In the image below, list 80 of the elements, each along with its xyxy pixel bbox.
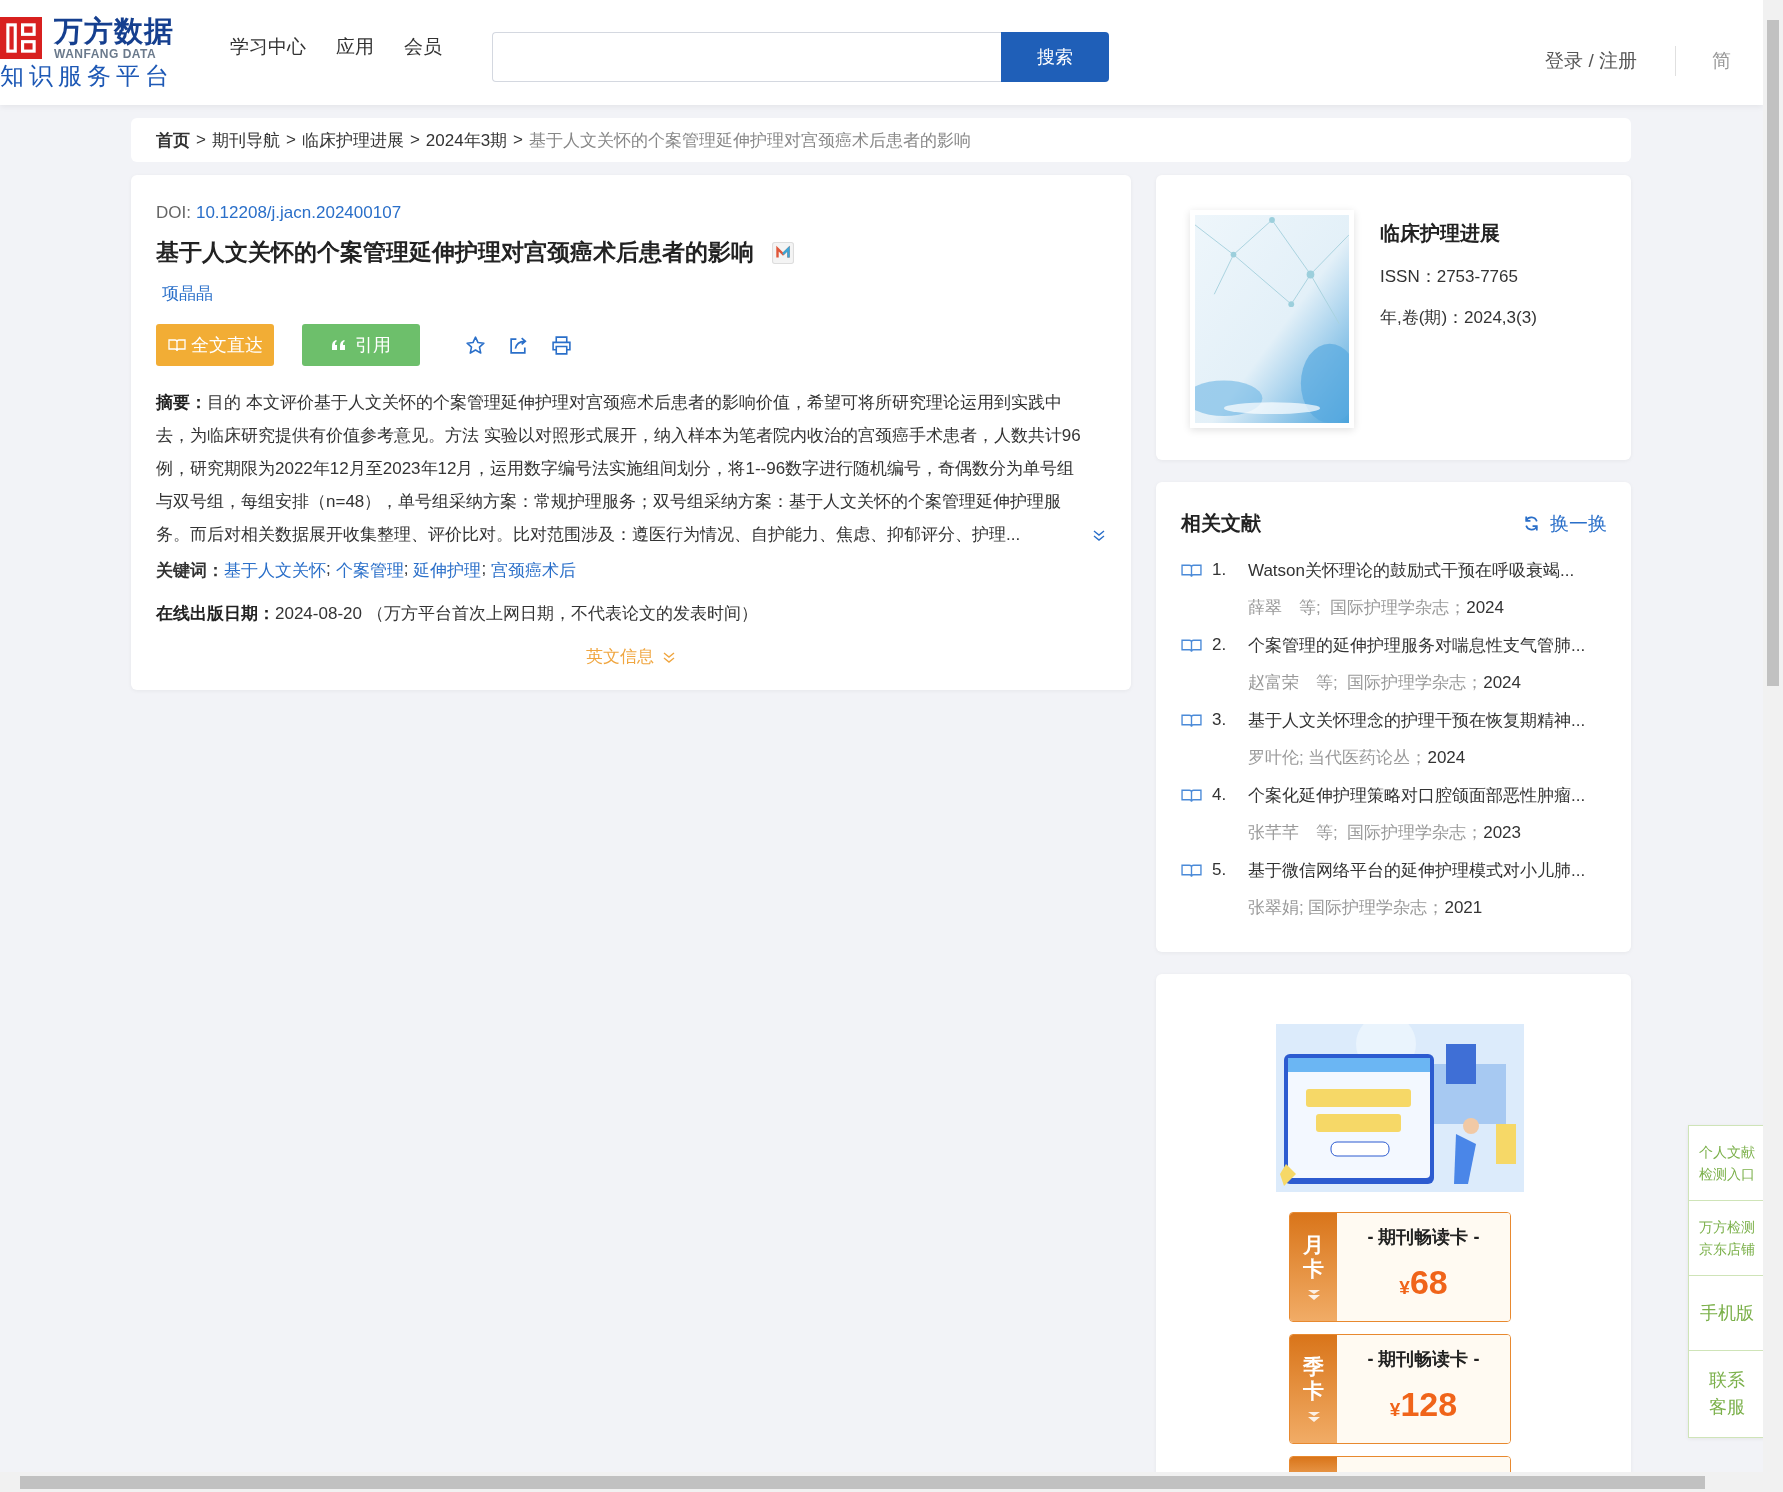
m-badge-icon[interactable] (772, 241, 794, 264)
star-icon[interactable] (465, 334, 486, 356)
online-date-text: 在线出版日期：2024-08-20 （万方平台首次上网日期，不代表论文的发表时间） (156, 603, 759, 625)
logo-subtitle: WANFANG DATA (54, 46, 158, 61)
breadcrumb-current: 基于人文关怀的个案管理延伸护理对宫颈癌术后患者的影响 (529, 129, 972, 152)
year-text: 2024 (1483, 672, 1521, 693)
breadcrumb-link[interactable]: 2024年3期 (425, 128, 508, 152)
search-button[interactable]: 搜索 (1001, 31, 1109, 82)
year-text: 2024 (1466, 597, 1504, 618)
article-link[interactable]: Watson关怀理论的鼓励式干预在呼吸衰竭... (1248, 558, 1575, 582)
section-title: 相关文献 (1181, 511, 1261, 536)
scrollbar-thumb[interactable] (20, 1476, 1705, 1489)
issn-text: ISSN：2753-7765 (1380, 266, 1519, 288)
author-link[interactable]: 项晶晶 (162, 284, 213, 303)
year-text: 2021 (1444, 897, 1483, 918)
currency-sign: ¥ (1389, 1399, 1401, 1421)
book-icon (167, 337, 187, 353)
nav-link[interactable]: 会员 (404, 33, 442, 60)
horizontal-scrollbar[interactable] (0, 1472, 1783, 1492)
nav-link[interactable]: 学习中心 (230, 33, 306, 60)
keyword-separator: ; (481, 559, 487, 580)
expand-chevron-icon[interactable] (1092, 528, 1106, 542)
list-number: 2. (1212, 635, 1228, 655)
author-source-text: 罗叶伦; 当代医药论丛； (1248, 747, 1428, 769)
article-link[interactable]: 基于微信网络平台的延伸护理模式对小儿肺... (1248, 858, 1586, 882)
vertical-scrollbar[interactable] (1763, 0, 1783, 1472)
period-label: 季卡 (1303, 1354, 1324, 1404)
list-number: 4. (1212, 785, 1228, 805)
author-source-text: 赵富荣 等; 国际护理学杂志； (1248, 672, 1484, 694)
refresh-button[interactable]: 换一换 (1523, 510, 1607, 537)
breadcrumb-link[interactable]: 期刊导航 (211, 128, 280, 152)
pricing-card[interactable]: 季卡 - 期刊畅读卡 - ¥128 (1289, 1334, 1511, 1444)
breadcrumb-separator: > (196, 130, 206, 150)
logo-tagline: 知识服务平台 (0, 60, 175, 91)
breadcrumb-separator: > (285, 130, 296, 150)
doi-link[interactable]: 10.12208/j.jacn.202400107 (195, 203, 402, 223)
pricing-card[interactable]: 月卡 - 期刊畅读卡 - ¥68 (1289, 1212, 1511, 1322)
list-number: 5. (1212, 860, 1228, 880)
article-link[interactable]: 个案管理的延伸护理服务对喘息性支气管肺... (1248, 633, 1586, 657)
quote-icon (331, 339, 347, 351)
nav-link[interactable]: 应用 (336, 33, 374, 60)
breadcrumb-separator: > (513, 130, 524, 150)
refresh-icon (1523, 515, 1540, 532)
breadcrumb-separator: > (409, 130, 420, 150)
list-number: 1. (1212, 560, 1228, 580)
breadcrumb-link[interactable]: 临床护理进展 (301, 128, 404, 152)
period-label: 月卡 (1303, 1232, 1324, 1282)
year-text: 2024 (1427, 747, 1466, 768)
list-number: 3. (1212, 710, 1228, 730)
down-arrow-icon (1306, 1289, 1321, 1302)
currency-sign: ¥ (1399, 1277, 1410, 1299)
keyword-link[interactable]: 延伸护理 (413, 559, 482, 582)
year-text: 2023 (1483, 822, 1521, 843)
price-text: 128 (1400, 1385, 1458, 1424)
scrollbar-thumb[interactable] (1767, 20, 1779, 686)
price-text: 68 (1409, 1263, 1448, 1302)
article-title: 基于人文关怀的个案管理延伸护理对宫颈癌术后患者的影响 (156, 238, 754, 267)
journal-name[interactable]: 临床护理进展 (1380, 220, 1537, 247)
keyword-link[interactable]: 个案管理 (335, 559, 404, 582)
keyword-separator: ; (326, 559, 331, 578)
article-link[interactable]: 个案化延伸护理策略对口腔颌面部恶性肿瘤... (1248, 783, 1586, 807)
author-source-text: 张翠娟; 国际护理学杂志； (1248, 897, 1445, 919)
breadcrumb-link[interactable]: 首页 (156, 128, 190, 152)
keyword-link[interactable]: 宫颈癌术后 (491, 559, 577, 582)
doi-label: DOI: (156, 203, 191, 223)
keyword-link[interactable]: 基于人文关怀 (224, 559, 326, 582)
abstract-text: 摘要：目的 本文评价基于人文关怀的个案管理延伸护理对宫颈癌术后患者的影响价值，希望可将所研究理论运用到实践中去，为临床研究提供有价值参考意见。方法 实验以对照形式展开，纳入样本为笔者院内收治的宫颈癌手术患者，人数共计96例，研究期限为2022年12月至2023年12月，运用数字编号法实施组间划分，将1--96数字进行随机编号，奇偶数分为单号组与双号组，每组安排（n=48），单号组采纳方案：常规护理服务；双号组采纳方案：基于人文关怀的个案管理延伸护理服务。而后对相关数据展开收集整理、评价比对。比对范围涉及：遵医行为情况、自护能力、焦虑、抑郁评分、护理... (156, 392, 1082, 546)
login-link[interactable]: 登录 / 注册 (1545, 47, 1637, 74)
keywords-label: 关键词： (156, 560, 224, 582)
card-title: - 期刊畅读卡 - (1367, 1348, 1480, 1371)
card-title: - 期刊畅读卡 - (1367, 1226, 1480, 1249)
keyword-separator: ; (403, 559, 409, 580)
issue-text: 年,卷(期)：2024,3(3) (1380, 307, 1537, 329)
search-field[interactable] (492, 31, 1001, 82)
article-link[interactable]: 基于人文关怀理念的护理干预在恢复期精神... (1248, 708, 1586, 732)
logo-name[interactable]: 万方数据 (54, 14, 200, 47)
author-source-text: 张芊芊 等; 国际护理学杂志； (1248, 822, 1484, 844)
author-source-text: 薛翠 等; 国际护理学杂志； (1248, 597, 1467, 619)
print-icon[interactable] (551, 334, 572, 356)
down-arrow-icon (1306, 1411, 1321, 1424)
